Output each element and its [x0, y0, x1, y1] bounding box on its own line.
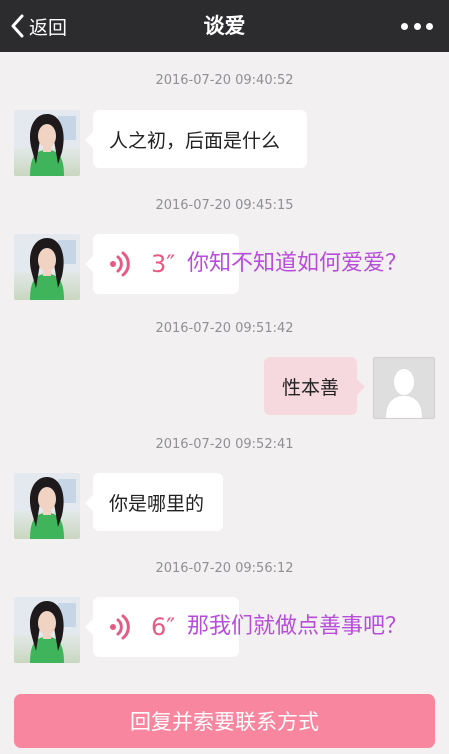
message-text: 你是哪里的 [109, 492, 205, 515]
girl-portrait-icon [14, 234, 80, 300]
message-text: 性本善 [281, 376, 339, 399]
voice-wave-icon [110, 251, 130, 277]
girl-portrait-icon [14, 110, 80, 176]
chevron-left-icon [11, 14, 24, 38]
message-timestamp: 2016-07-20 09:40:52 [155, 73, 294, 88]
voice-duration: 3″ [151, 250, 176, 278]
girl-portrait-icon [14, 597, 80, 663]
contact-avatar[interactable] [14, 473, 80, 539]
more-button[interactable] [397, 12, 437, 40]
back-button[interactable]: 返回 [10, 9, 67, 43]
voice-caption: 你知不知道如何爱爱？ [187, 251, 408, 276]
page-title: 谈爱 [203, 14, 246, 38]
more-dots-icon [413, 22, 421, 30]
voice-wave-icon [110, 614, 130, 640]
message-bubble[interactable]: 人之初，后面是什么 [85, 110, 307, 168]
message-bubble[interactable]: 你是哪里的 [85, 473, 223, 531]
reply-request-contact-button[interactable]: 回复并索要联系方式 [14, 694, 435, 748]
contact-avatar[interactable] [14, 597, 80, 663]
contact-avatar[interactable] [14, 110, 80, 176]
girl-portrait-icon [14, 473, 80, 539]
more-dots-icon [426, 22, 433, 30]
nav-bar: 返回 谈爱 [0, 0, 449, 52]
message-text: 人之初，后面是什么 [109, 129, 281, 152]
contact-avatar[interactable] [14, 234, 80, 300]
message-timestamp: 2016-07-20 09:45:15 [155, 198, 294, 213]
message-bubble[interactable]: 性本善 [264, 357, 365, 415]
voice-caption: 那我们就做点善事吧？ [187, 614, 408, 639]
message-timestamp: 2016-07-20 09:52:41 [155, 437, 294, 452]
default-avatar-icon [374, 358, 434, 418]
voice-duration: 6″ [151, 613, 176, 641]
chat-area[interactable]: 2016-07-20 09:40:52 人之初，后面是什么 2016-07-20… [0, 52, 449, 688]
message-timestamp: 2016-07-20 09:56:12 [155, 561, 294, 576]
more-dots-icon [401, 22, 408, 30]
user-avatar[interactable] [373, 357, 435, 419]
message-timestamp: 2016-07-20 09:51:42 [155, 321, 294, 336]
back-label: 返回 [29, 16, 68, 39]
